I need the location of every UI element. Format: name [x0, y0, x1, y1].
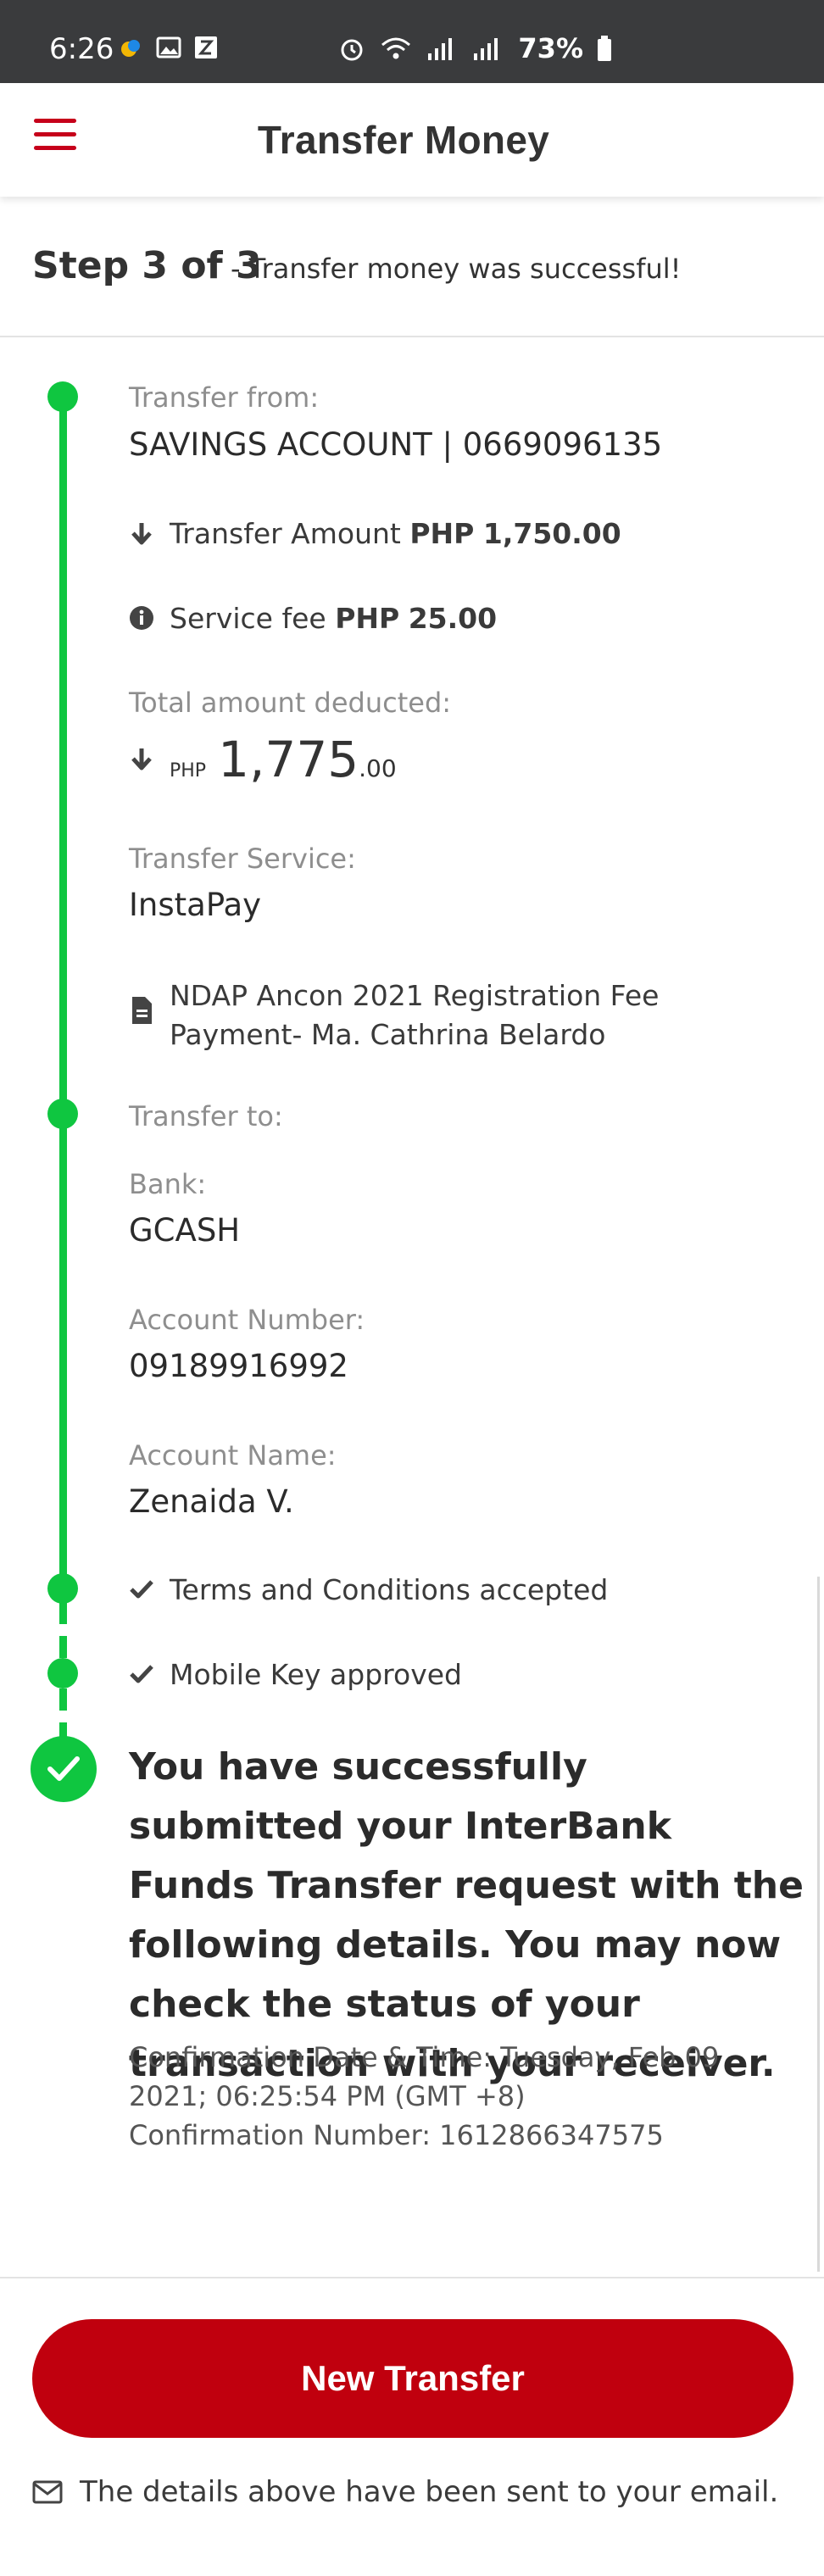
timeline-dashed-2: [59, 1689, 67, 1743]
step-message: - Transfer money was successful!: [231, 253, 682, 285]
step-header: Step 3 of 3 - Transfer money was success…: [0, 197, 824, 337]
service-fee-label: Service fee: [170, 602, 326, 635]
mail-icon: [32, 2480, 63, 2504]
transfer-amount-currency: PHP: [409, 517, 475, 550]
timeline-dot-mobile-key: [47, 1658, 78, 1689]
footer: New Transfer The details above have been…: [0, 2277, 824, 2576]
status-time: 6:26: [49, 32, 114, 66]
total-amount: PHP 1,775.00: [170, 731, 397, 788]
transfer-from-label: Transfer from:: [129, 381, 320, 414]
bank-value: GCASH: [129, 1212, 241, 1249]
transfer-to-label: Transfer to:: [129, 1100, 283, 1132]
service-fee-currency: PHP: [335, 602, 400, 635]
transfer-from-value: SAVINGS ACCOUNT | 0669096135: [129, 426, 663, 463]
scrollbar[interactable]: [817, 1577, 820, 2272]
total-deducted-label: Total amount deducted:: [129, 687, 452, 719]
confirmation-number: Confirmation Number: 1612866347575: [129, 2119, 664, 2151]
signal-icon-2: [474, 38, 498, 60]
account-name-value: Zenaida V.: [129, 1483, 294, 1520]
signal-icon: [428, 38, 453, 60]
page-title: Transfer Money: [257, 118, 550, 162]
total-decimal: .00: [359, 754, 397, 782]
confirmation-date: Confirmation Date & Time: Tuesday, Feb 0…: [129, 2041, 720, 2112]
alarm-icon: [341, 39, 363, 61]
timeline-dot-terms: [47, 1573, 78, 1604]
step-number: Step 3 of 3: [32, 244, 262, 287]
battery-icon: [598, 36, 611, 61]
transfer-service-label: Transfer Service:: [129, 843, 356, 875]
status-system-icons: 73%: [338, 32, 612, 64]
image-icon: [156, 36, 181, 58]
check-icon: [130, 1665, 153, 1683]
transfer-amount-row: Transfer Amount PHP 1,750.00: [170, 517, 621, 550]
account-number-label: Account Number:: [129, 1304, 365, 1336]
z-app-icon: [195, 36, 217, 58]
arrow-down-icon: [131, 748, 152, 771]
transfer-amount-value: 1,750.00: [482, 517, 621, 550]
email-note: The details above have been sent to your…: [32, 2475, 778, 2509]
new-transfer-button[interactable]: New Transfer: [32, 2319, 793, 2438]
terms-accepted: Terms and Conditions accepted: [170, 1573, 609, 1606]
total-main: 1,775: [218, 731, 359, 788]
account-name-label: Account Name:: [129, 1439, 337, 1472]
timeline-line-lower: [59, 1114, 67, 1587]
timeline-dot-to: [47, 1099, 78, 1129]
arrow-down-icon: [131, 523, 152, 545]
document-icon: [132, 997, 152, 1024]
app-notification-icon: [121, 40, 140, 57]
status-bar: 6:26 73%: [0, 0, 824, 83]
bank-label: Bank:: [129, 1168, 207, 1200]
timeline-line-upper: [59, 397, 67, 1114]
remarks-text: NDAP Ancon 2021 Registration Fee Payment…: [170, 979, 660, 1051]
wifi-icon: [381, 37, 411, 59]
account-number-value: 09189916992: [129, 1348, 348, 1384]
transfer-amount-label: Transfer Amount: [170, 517, 401, 550]
check-icon: [130, 1580, 153, 1599]
app-bar: Transfer Money: [0, 83, 824, 197]
service-fee-value: 25.00: [408, 602, 498, 635]
status-notification-icons: [119, 36, 219, 59]
timeline-dot-from: [47, 381, 78, 412]
email-note-text: The details above have been sent to your…: [80, 2475, 779, 2509]
service-fee-row: Service fee PHP 25.00: [170, 602, 497, 635]
battery-percent: 73%: [518, 32, 583, 64]
check-circle-icon: [31, 1736, 97, 1802]
transfer-service-value: InstaPay: [129, 887, 262, 923]
mobile-key-approved: Mobile Key approved: [170, 1658, 462, 1691]
total-currency: PHP: [170, 760, 207, 782]
info-icon: [130, 606, 153, 630]
